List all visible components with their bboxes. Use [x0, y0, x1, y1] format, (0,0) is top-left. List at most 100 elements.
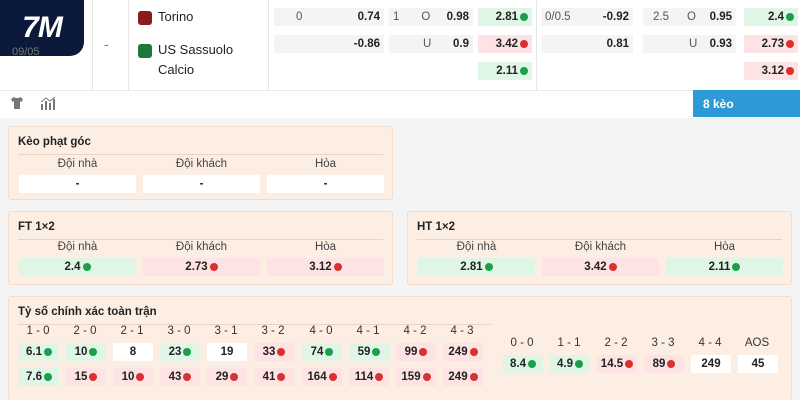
panel-title: FT 1×2	[18, 221, 55, 233]
odds-down-icon	[469, 348, 478, 356]
odds-up-icon	[82, 263, 91, 271]
ht-handicap-home-odds[interactable]: 0/0.5 -0.92	[541, 8, 633, 26]
odds-value: 249	[448, 371, 468, 383]
odds-value: 33	[262, 346, 276, 358]
odds-down-icon	[277, 348, 286, 356]
1x2-home-odds[interactable]: 2.81	[478, 8, 532, 26]
1x2-away-odds[interactable]: 3.42	[478, 35, 532, 53]
column-divider	[536, 0, 537, 90]
away-score-odds[interactable]: 29	[207, 368, 247, 386]
column-divider	[128, 0, 129, 90]
corner-home-odds[interactable]: -	[19, 175, 136, 193]
odds-value: 6.1	[26, 346, 42, 358]
odds-up-icon	[325, 348, 334, 356]
ht-away-odds[interactable]: 3.42	[542, 258, 659, 276]
draw-score-odds[interactable]: 45	[738, 355, 778, 373]
away-score-odds[interactable]: 10	[113, 368, 153, 386]
score-header: 1 - 0	[26, 325, 50, 337]
ht-handicap-away-odds[interactable]: 0.81	[541, 35, 633, 53]
odds-value: 164	[307, 371, 327, 383]
home-score-odds[interactable]: 99	[396, 343, 436, 361]
ht-draw-odds[interactable]: 2.11	[666, 258, 783, 276]
odds-value: 249	[448, 346, 468, 358]
odds-up-icon	[520, 67, 528, 75]
ht-under-odds[interactable]: U 0.93	[643, 35, 736, 53]
col-header-home: Đội nhà	[57, 241, 98, 253]
sassuolo-crest-icon	[138, 44, 152, 58]
divider	[18, 154, 383, 155]
ht-1x2-draw-odds[interactable]: 3.12	[744, 62, 798, 80]
ht-1x2-home-odds[interactable]: 2.4	[744, 8, 798, 26]
odds-down-icon	[328, 373, 337, 381]
home-score-odds[interactable]: 19	[207, 343, 247, 361]
ft-draw-odds[interactable]: 3.12	[267, 258, 384, 276]
score-header: 2 - 1	[120, 325, 144, 337]
home-score-odds[interactable]: 249	[443, 343, 483, 361]
odds-up-icon	[786, 13, 794, 21]
draw-score-odds[interactable]: 14.5	[597, 355, 637, 373]
away-score-odds[interactable]: 43	[160, 368, 200, 386]
draw-score-odds[interactable]: 4.9	[550, 355, 590, 373]
home-score-odds[interactable]: 10	[66, 343, 106, 361]
odds-down-icon	[209, 263, 218, 271]
1x2-draw-odds[interactable]: 2.11	[478, 62, 532, 80]
odds-up-icon	[484, 263, 493, 271]
away-score-odds[interactable]: 159	[396, 368, 436, 386]
home-score-odds[interactable]: 8	[113, 343, 153, 361]
odds-value: 45	[751, 358, 765, 370]
stats-chart-icon[interactable]	[40, 96, 56, 110]
score-header: AOS	[744, 337, 770, 349]
home-score-odds[interactable]: 23	[160, 343, 200, 361]
divider	[18, 239, 383, 240]
odds-down-icon	[333, 263, 342, 271]
odds-value: 114	[354, 371, 374, 383]
col-header-home: Đội nhà	[57, 158, 98, 170]
over-under-over-odds[interactable]: 1 O 0.98	[389, 8, 473, 26]
odds-value: 8	[129, 346, 137, 358]
home-score-odds[interactable]: 74	[302, 343, 342, 361]
away-score-odds[interactable]: 249	[443, 368, 483, 386]
away-score-odds[interactable]: 7.6	[19, 368, 59, 386]
away-team[interactable]: US Sassuolo Calcio	[138, 40, 268, 80]
ht-home-odds[interactable]: 2.81	[418, 258, 535, 276]
corner-away-odds[interactable]: -	[143, 175, 260, 193]
draw-score-odds[interactable]: 89	[644, 355, 684, 373]
away-score-odds[interactable]: 114	[349, 368, 389, 386]
divider	[417, 239, 782, 240]
home-score-odds[interactable]: 6.1	[19, 343, 59, 361]
ht-over-odds[interactable]: 2.5 O 0.95	[643, 8, 736, 26]
over-under-under-odds[interactable]: U 0.9	[389, 35, 473, 53]
score-header: 3 - 3	[651, 337, 675, 349]
home-team-name: Torino	[158, 9, 194, 24]
odds-value: 8.4	[510, 358, 526, 370]
column-divider	[92, 0, 93, 90]
away-score-odds[interactable]: 41	[254, 368, 294, 386]
home-score-odds[interactable]: 59	[349, 343, 389, 361]
odds-up-icon	[44, 348, 52, 356]
home-score-odds[interactable]: 33	[254, 343, 294, 361]
odds-value: 7.6	[26, 371, 42, 383]
ft-home-odds[interactable]: 2.4	[19, 258, 136, 276]
handicap-home-odds[interactable]: 0 0.74	[274, 8, 384, 26]
ft-away-odds[interactable]: 2.73	[143, 258, 260, 276]
away-score-odds[interactable]: 15	[66, 368, 106, 386]
away-score-odds[interactable]: 164	[302, 368, 342, 386]
ht-1x2-panel: HT 1×2 Đội nhà Đội khách Hòa 2.81 3.42 2…	[407, 211, 792, 285]
home-team[interactable]: Torino	[138, 9, 193, 25]
ht-1x2-away-odds[interactable]: 2.73	[744, 35, 798, 53]
score-header: 4 - 4	[698, 337, 722, 349]
corner-draw-odds[interactable]: -	[267, 175, 384, 193]
odds-value: 89	[652, 358, 666, 370]
panel-title: Kèo phạt góc	[18, 136, 91, 148]
odds-down-icon	[375, 373, 384, 381]
score-header: 3 - 1	[214, 325, 238, 337]
draw-score-odds[interactable]: 249	[691, 355, 731, 373]
shirt-icon[interactable]	[10, 96, 24, 110]
odds-down-icon	[469, 373, 478, 381]
tab-8-keo[interactable]: 8 kèo	[693, 90, 800, 117]
draw-score-odds[interactable]: 8.4	[503, 355, 543, 373]
handicap-away-odds[interactable]: -0.86	[274, 35, 384, 53]
odds-down-icon	[230, 373, 239, 381]
score-header: 2 - 2	[604, 337, 628, 349]
score-header: 3 - 2	[261, 325, 285, 337]
